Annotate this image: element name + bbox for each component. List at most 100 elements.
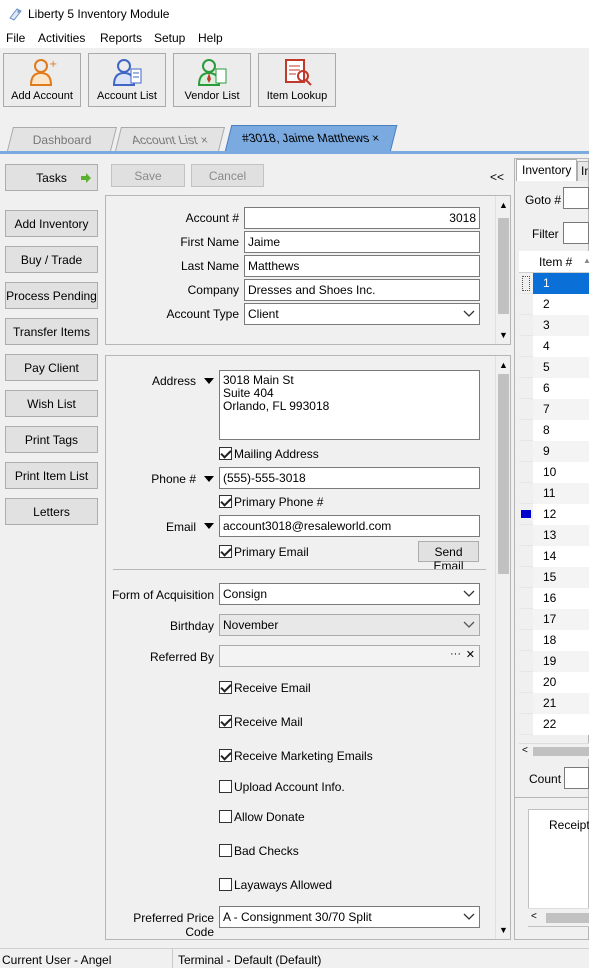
tab-inventory[interactable]: Inventory [516,159,577,181]
account-panel-scrollbar[interactable]: ▲ ▼ [495,196,510,344]
receive-marketing-checkbox[interactable] [219,749,232,762]
form-of-acquisition-select[interactable]: Consign [219,583,480,605]
tab-account-list[interactable]: Account List × [115,127,225,151]
receive-mail-checkbox[interactable] [219,715,232,728]
upload-account-checkbox[interactable] [219,780,232,793]
table-row[interactable]: 22 [533,714,589,735]
save-button[interactable]: Save [111,164,185,187]
row-header[interactable] [519,609,533,630]
item-number-header[interactable]: Item # [539,255,572,269]
receipt-header[interactable]: Receipt [549,818,589,832]
row-header[interactable] [519,693,533,714]
scroll-thumb[interactable] [533,747,589,756]
details-panel-scrollbar[interactable]: ▲ ▼ [495,356,510,939]
send-email-button[interactable]: Send Email [418,541,479,573]
print-item-list-button[interactable]: Print Item List [5,462,98,489]
buy-trade-button[interactable]: Buy / Trade [5,246,98,273]
table-row[interactable]: 6 [533,378,589,399]
account-type-select[interactable]: Client [244,303,480,325]
primary-phone-checkbox[interactable] [219,495,232,508]
menu-file[interactable]: File [6,31,25,45]
menu-reports[interactable]: Reports [100,31,142,45]
table-row[interactable]: 21 [533,693,589,714]
company-field[interactable]: Dresses and Shoes Inc. [244,279,480,301]
row-header[interactable] [519,378,533,399]
letters-button[interactable]: Letters [5,498,98,525]
vendor-list-button[interactable]: Vendor List [173,53,251,107]
first-name-field[interactable]: Jaime [244,231,480,253]
table-row[interactable]: 19 [533,651,589,672]
row-header[interactable] [519,420,533,441]
table-row[interactable]: 12 [533,504,589,525]
table-row[interactable]: 17 [533,609,589,630]
phone-dropdown-icon[interactable] [204,476,214,482]
scroll-left-icon[interactable]: < [522,745,528,756]
scroll-left-icon[interactable]: < [531,911,537,922]
table-row[interactable]: 5 [533,357,589,378]
goto-input[interactable] [563,187,589,209]
row-header[interactable] [519,273,533,294]
menu-activities[interactable]: Activities [38,31,85,45]
tab-account-detail[interactable]: #3018, Jaime Matthews × [224,125,398,152]
bad-checks-checkbox[interactable] [219,844,232,857]
receipt-hscrollbar[interactable]: < [528,908,589,926]
wish-list-button[interactable]: Wish List [5,390,98,417]
referred-by-field[interactable]: ··· ✕ [219,645,480,667]
scroll-up-icon[interactable]: ▲ [499,360,508,370]
last-name-field[interactable]: Matthews [244,255,480,277]
scroll-up-icon[interactable]: ▲ [499,200,508,210]
close-icon[interactable]: × [199,133,210,147]
table-row[interactable]: 16 [533,588,589,609]
table-row[interactable]: 20 [533,672,589,693]
mailing-address-checkbox[interactable] [219,447,232,460]
table-row[interactable]: 15 [533,567,589,588]
tab-next[interactable]: In [577,161,589,181]
primary-email-checkbox[interactable] [219,545,232,558]
clear-icon[interactable]: ✕ [466,648,475,661]
row-header[interactable] [519,630,533,651]
add-account-button[interactable]: + Add Account [3,53,81,107]
row-header[interactable] [519,525,533,546]
phone-field[interactable]: (555)-555-3018 [219,467,480,489]
add-inventory-button[interactable]: Add Inventory [5,210,98,237]
menu-help[interactable]: Help [198,31,223,45]
menu-setup[interactable]: Setup [154,31,185,45]
row-header[interactable] [519,588,533,609]
address-field[interactable]: 3018 Main St Suite 404 Orlando, FL 99301… [219,370,480,440]
row-header[interactable] [519,441,533,462]
address-dropdown-icon[interactable] [204,378,214,384]
table-row[interactable]: 1 [533,273,589,294]
price-code-select[interactable]: A - Consignment 30/70 Split [219,906,480,928]
row-header[interactable] [519,546,533,567]
row-header[interactable] [519,714,533,735]
table-row[interactable]: 10 [533,462,589,483]
table-row[interactable]: 14 [533,546,589,567]
row-header[interactable] [519,504,533,525]
table-row[interactable]: 9 [533,441,589,462]
tasks-button[interactable]: Tasks [5,164,98,191]
row-header[interactable] [519,336,533,357]
table-row[interactable]: 2 [533,294,589,315]
more-icon[interactable]: ··· [450,648,461,660]
account-number-field[interactable]: 3018 [244,207,480,229]
scroll-thumb[interactable] [498,218,509,314]
row-header[interactable] [519,651,533,672]
row-header[interactable] [519,399,533,420]
item-lookup-button[interactable]: Item Lookup [258,53,336,107]
row-header[interactable] [519,483,533,504]
pay-client-button[interactable]: Pay Client [5,354,98,381]
process-pending-button[interactable]: Process Pending [5,282,98,309]
tab-dashboard[interactable]: Dashboard [7,127,117,151]
close-icon[interactable]: × [371,131,382,145]
scroll-down-icon[interactable]: ▼ [499,330,508,340]
table-row[interactable]: 4 [533,336,589,357]
table-row[interactable]: 13 [533,525,589,546]
row-header[interactable] [519,567,533,588]
row-header[interactable] [519,294,533,315]
birthday-select[interactable]: November [219,614,480,636]
row-header[interactable] [519,357,533,378]
table-row[interactable]: 18 [533,630,589,651]
table-row[interactable]: 11 [533,483,589,504]
print-tags-button[interactable]: Print Tags [5,426,98,453]
cancel-button[interactable]: Cancel [191,164,264,187]
